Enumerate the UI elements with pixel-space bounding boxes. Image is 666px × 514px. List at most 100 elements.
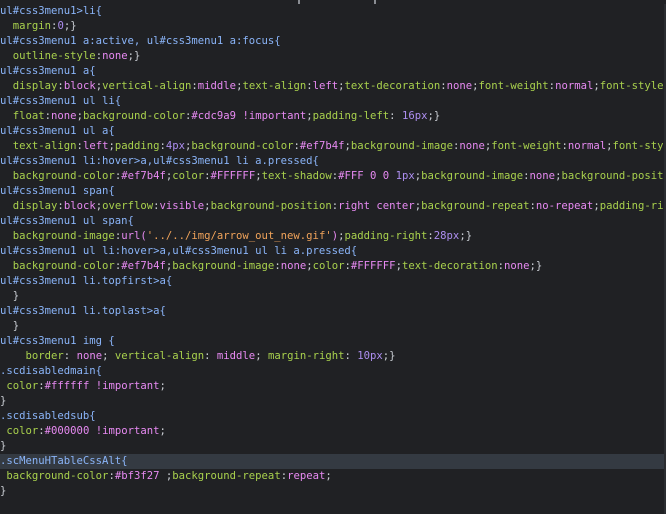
code-token: ; <box>102 350 115 362</box>
code-token: ;} <box>127 50 141 62</box>
code-token: font-style <box>599 80 664 92</box>
code-token: font-weight <box>491 140 562 152</box>
code-token: vertical-align <box>102 80 192 92</box>
code-token: background-color <box>12 170 115 182</box>
code-line[interactable]: color:#000000 !important; <box>0 424 666 439</box>
code-token: ul#css3menu1 a:active, ul#css3menu1 a:fo… <box>0 35 281 47</box>
code-line[interactable]: ul#css3menu1 span{ <box>0 184 666 199</box>
code-token: #FFF 0 0 <box>338 170 396 182</box>
code-line[interactable]: } <box>0 439 666 454</box>
code-line[interactable]: ul#css3menu1 ul span{ <box>0 214 666 229</box>
code-line[interactable]: ul#css3menu1 ul a{ <box>0 124 666 139</box>
code-token: #000000 <box>44 425 90 437</box>
code-line[interactable]: margin:0;} <box>0 19 666 34</box>
code-token: } <box>0 395 7 407</box>
code-line[interactable]: ul#css3menu1 img { <box>0 334 666 349</box>
code-line[interactable]: .scdisabledmain{ <box>0 364 666 379</box>
code-line[interactable]: } <box>0 319 666 334</box>
code-token: none <box>51 110 77 122</box>
code-line[interactable]: border: none; vertical-align: middle; ma… <box>0 349 666 364</box>
css-editor[interactable]: ul#css3menu1>li{ margin:0;} ul#css3menu1 … <box>0 0 666 514</box>
code-token: ul#css3menu1 li.topfirst>a{ <box>0 275 173 287</box>
code-line[interactable]: ul#css3menu1 a:active, ul#css3menu1 a:fo… <box>0 34 666 49</box>
code-line[interactable]: } <box>0 289 666 304</box>
code-line[interactable]: ul#css3menu1 li.toplast>a{ <box>0 304 666 319</box>
code-token: padding-left <box>312 110 390 122</box>
code-line[interactable]: ul#css3menu1 li:hover>a,ul#css3menu1 li … <box>0 154 666 169</box>
code-line[interactable]: background-color:#bf3f27 ;background-rep… <box>0 469 666 484</box>
code-token: text-shadow <box>261 170 332 182</box>
code-token: text-decoration <box>401 260 498 272</box>
code-token: !important <box>89 380 160 392</box>
code-token: padding-right <box>344 230 428 242</box>
code-line[interactable]: ul#css3menu1 ul li{ <box>0 94 666 109</box>
code-token: left <box>82 140 109 152</box>
code-token: 16px <box>401 110 428 122</box>
code-token: background-image <box>172 260 275 272</box>
code-token: : <box>63 350 77 362</box>
code-token: .scdisabledmain{ <box>0 365 103 377</box>
code-token: color <box>6 425 39 437</box>
code-token: ;} <box>459 230 473 242</box>
code-token: background-position <box>210 200 332 212</box>
code-line[interactable]: } <box>0 484 666 499</box>
code-token: no-repeat <box>535 200 594 212</box>
code-token: ; <box>159 470 173 482</box>
code-line[interactable]: .scdisabledsub{ <box>0 409 666 424</box>
code-token: } <box>0 485 7 497</box>
code-line[interactable]: background-image:url('../../img/arrow_ou… <box>0 229 666 244</box>
code-token: #bf3f27 <box>114 470 160 482</box>
code-token: middle <box>197 80 237 92</box>
code-line[interactable]: ul#css3menu1 ul li:hover>a,ul#css3menu1 … <box>0 244 666 259</box>
code-line[interactable]: text-align:left;padding:4px;background-c… <box>0 139 666 154</box>
code-token: background-color <box>191 140 294 152</box>
code-token: #cdc9a9 <box>191 110 237 122</box>
code-token: padding <box>114 140 160 152</box>
code-line[interactable]: } <box>0 394 666 409</box>
code-line[interactable]: ul#css3menu1 a{ <box>0 64 666 79</box>
code-token: ;} <box>63 20 77 32</box>
code-token: } <box>0 440 7 452</box>
code-token: text-align <box>12 140 77 152</box>
code-token: font-weight <box>478 80 549 92</box>
code-token: display <box>12 200 58 212</box>
code-token: text-decoration <box>344 80 441 92</box>
code-line[interactable]: .scMenuHTableCssAlt{ <box>0 454 666 469</box>
code-token: ul#css3menu1 li:hover>a,ul#css3menu1 li … <box>0 155 319 167</box>
code-token: ul#css3menu1 ul a{ <box>0 125 115 137</box>
code-line[interactable]: float:none;background-color:#cdc9a9 !imp… <box>0 109 666 124</box>
code-line[interactable]: background-color:#ef7b4f;background-imag… <box>0 259 666 274</box>
code-line[interactable]: ul#css3menu1>li{ <box>0 4 666 19</box>
code-token: background-color <box>82 110 186 122</box>
code-token: 4px <box>165 140 186 152</box>
code-token: margin <box>12 20 52 32</box>
code-token: none <box>504 260 530 272</box>
code-token: none <box>76 350 103 362</box>
code-token: 28px <box>433 230 460 242</box>
code-token: : <box>389 110 402 122</box>
code-token: middle <box>216 350 256 362</box>
code-token: color <box>312 260 345 272</box>
code-token: .scMenuHTableCssAlt{ <box>0 455 128 467</box>
code-token: } <box>0 290 20 302</box>
code-line[interactable]: display:block;vertical-align:middle;text… <box>0 79 666 94</box>
code-token: .scdisabledsub{ <box>0 410 96 422</box>
code-token: display <box>12 80 58 92</box>
code-token: !important <box>89 425 160 437</box>
code-line[interactable]: color:#ffffff !important; <box>0 379 666 394</box>
code-line[interactable]: background-color:#ef7b4f;color:#FFFFFF;t… <box>0 169 666 184</box>
code-line[interactable]: outline-style:none;} <box>0 49 666 64</box>
code-token: background-image <box>421 170 524 182</box>
code-token: float <box>12 110 45 122</box>
code-token: color <box>6 380 39 392</box>
code-line[interactable]: display:block;overflow:visible;backgroun… <box>0 199 666 214</box>
code-line[interactable]: ul#css3menu1 li.topfirst>a{ <box>0 274 666 289</box>
code-token: #ef7b4f <box>299 140 345 152</box>
